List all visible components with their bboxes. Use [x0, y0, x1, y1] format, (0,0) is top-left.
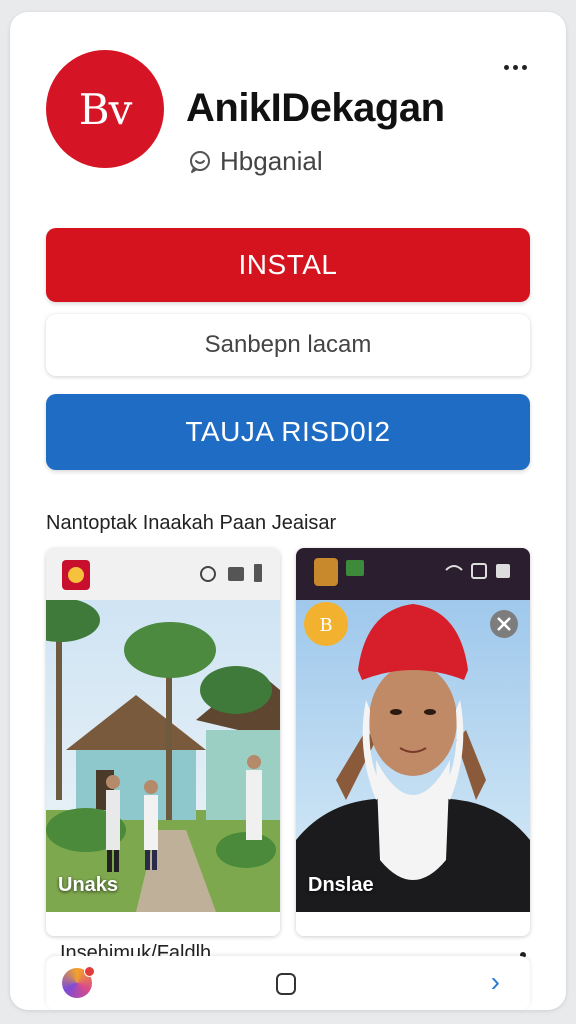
app-logo: Bv: [46, 50, 164, 168]
chat-bubble-icon: [190, 150, 210, 173]
screenshots-section-label: Nantoptak Inaakah Paan Jeaisar: [46, 512, 337, 534]
screenshot-status-bar: [46, 548, 280, 600]
more-options-icon[interactable]: [498, 50, 532, 84]
home-square-icon[interactable]: [276, 973, 296, 995]
screenshot-card[interactable]: Unaks: [46, 548, 280, 936]
status-icons: [62, 560, 262, 590]
screenshot-footer: [296, 912, 530, 936]
app-detail-card: Bv AnikIDekagan Hbganial INSTAL Sanbepn …: [10, 12, 566, 1010]
install-button[interactable]: INSTAL: [46, 228, 530, 302]
screenshot-card[interactable]: B Dnslae: [296, 548, 530, 936]
app-logo-text: Bv: [78, 84, 133, 134]
svg-text:B: B: [319, 615, 332, 636]
screenshot-footer: [46, 912, 280, 936]
portrait-image: B: [296, 600, 530, 912]
developer-row[interactable]: Hbganial: [188, 146, 323, 177]
notification-dot-icon: [84, 966, 95, 977]
screenshot-status-bar: [296, 548, 530, 600]
status-icons: [314, 558, 510, 586]
developer-name: Hbganial: [220, 146, 323, 176]
blue-action-button[interactable]: TAUJA RISD0I2: [46, 394, 530, 470]
navigation-bar: ›: [46, 956, 530, 1010]
chevron-right-icon[interactable]: ›: [491, 966, 500, 998]
screenshot-caption: Unaks: [58, 874, 119, 896]
secondary-button[interactable]: Sanbepn lacam: [46, 314, 530, 376]
app-title: AnikIDekagan: [186, 86, 445, 130]
screenshot-caption: Dnslae: [308, 874, 374, 896]
village-scene-image: [46, 600, 280, 912]
